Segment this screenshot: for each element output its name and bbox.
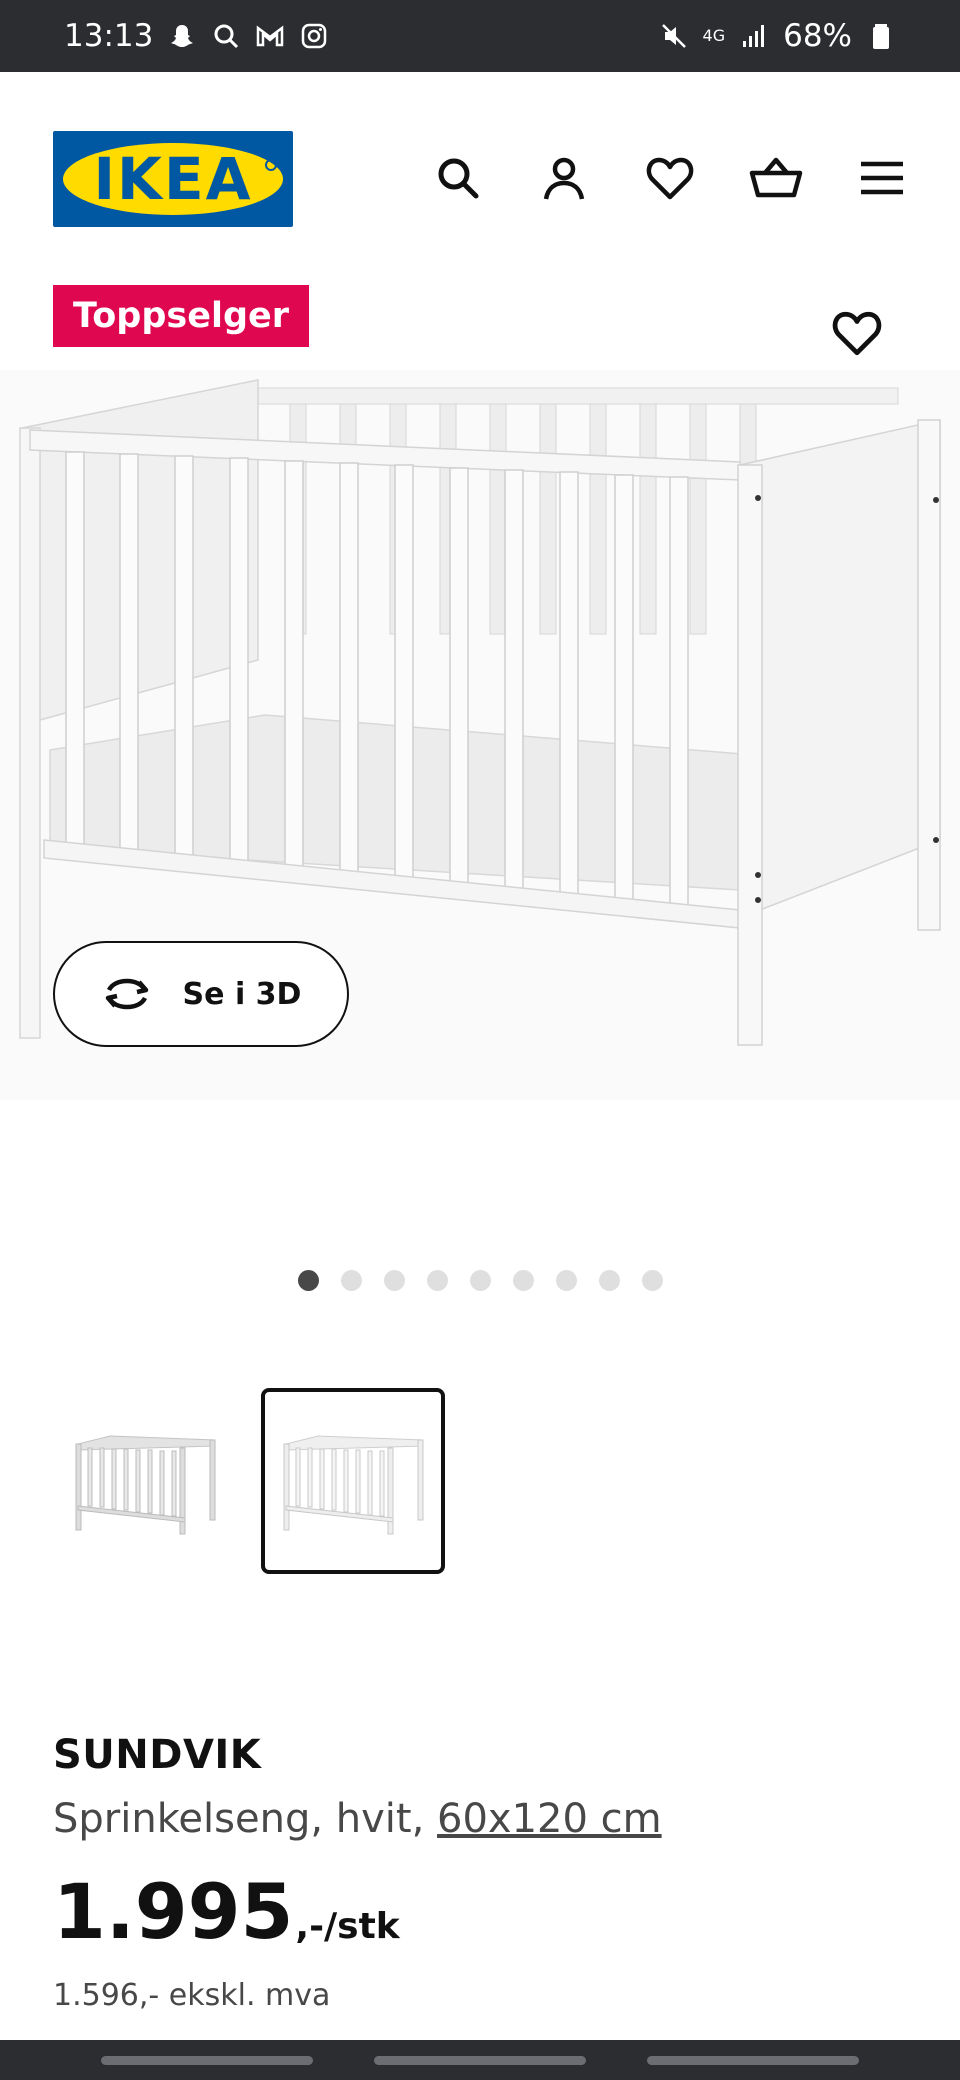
menu-icon bbox=[861, 161, 903, 195]
price-unit: ,-/stk bbox=[295, 1906, 400, 1947]
product-description: Sprinkelseng, hvit, 60x120 cm bbox=[53, 1796, 662, 1842]
logo-text: IKEA bbox=[93, 145, 253, 213]
carousel-dot[interactable] bbox=[598, 1270, 620, 1291]
instagram-icon bbox=[302, 23, 327, 49]
product-name: SUNDVIK bbox=[53, 1732, 262, 1778]
gesture-pill[interactable] bbox=[647, 2055, 860, 2065]
battery-percent: 68% bbox=[783, 18, 852, 54]
basket-icon bbox=[749, 157, 803, 198]
gmail-icon bbox=[257, 25, 284, 47]
crib-thumbnail-image bbox=[75, 1435, 216, 1535]
product-description-text: Sprinkelseng, hvit, bbox=[53, 1796, 438, 1842]
carousel-dot[interactable] bbox=[340, 1270, 362, 1291]
carousel-dot[interactable] bbox=[469, 1270, 491, 1291]
mute-icon bbox=[661, 24, 686, 48]
network-label: 4G bbox=[702, 26, 726, 45]
carousel-dot[interactable] bbox=[641, 1270, 663, 1291]
status-bar: 13:13 4G 68% bbox=[0, 0, 960, 72]
status-time: 13:13 bbox=[64, 18, 154, 54]
thumbnail-2[interactable] bbox=[261, 1388, 445, 1574]
system-gesture-bar bbox=[0, 2040, 960, 2080]
carousel-dot[interactable] bbox=[297, 1270, 319, 1291]
product-price: 1.995 ,-/stk bbox=[53, 1872, 400, 1952]
favourites-button[interactable] bbox=[642, 150, 698, 206]
carousel-dot[interactable] bbox=[555, 1270, 577, 1291]
carousel-dot[interactable] bbox=[512, 1270, 534, 1291]
search-icon bbox=[438, 158, 479, 199]
view-in-3d-label: Se i 3D bbox=[182, 976, 302, 1012]
carousel-dots bbox=[0, 1270, 960, 1291]
menu-button[interactable] bbox=[854, 150, 910, 206]
header-nav bbox=[430, 150, 910, 206]
gesture-pill[interactable] bbox=[373, 2055, 586, 2065]
heart-icon bbox=[646, 157, 694, 200]
carousel-dot[interactable] bbox=[383, 1270, 405, 1291]
battery-icon bbox=[873, 24, 889, 49]
product-dimensions-link[interactable]: 60x120 cm bbox=[437, 1796, 662, 1842]
price-excl-vat: 1.596,- ekskl. mva bbox=[53, 1978, 331, 2013]
account-icon bbox=[543, 157, 585, 200]
crib-thumbnail-image bbox=[283, 1435, 424, 1535]
search-button[interactable] bbox=[430, 150, 486, 206]
status-left: 13:13 bbox=[64, 18, 329, 54]
thumbnail-strip bbox=[53, 1388, 445, 1574]
status-right: 4G 68% bbox=[659, 18, 896, 54]
price-amount: 1.995 bbox=[53, 1867, 294, 1956]
thumbnail-1[interactable] bbox=[53, 1388, 237, 1574]
top-seller-badge: Toppselger bbox=[53, 285, 309, 347]
snapchat-icon bbox=[171, 25, 194, 47]
site-header: IKEA bbox=[0, 72, 960, 282]
view-in-3d-button[interactable]: Se i 3D bbox=[53, 941, 349, 1047]
add-to-favourites-heart-icon[interactable] bbox=[832, 308, 882, 358]
carousel-dot[interactable] bbox=[426, 1270, 448, 1291]
basket-button[interactable] bbox=[748, 150, 804, 206]
signal-icon bbox=[743, 25, 765, 47]
search-notif-icon bbox=[214, 24, 239, 49]
registered-mark bbox=[265, 159, 277, 171]
account-button[interactable] bbox=[536, 150, 592, 206]
rotate-3d-icon bbox=[105, 978, 148, 1010]
gesture-pill[interactable] bbox=[100, 2055, 313, 2065]
ikea-logo[interactable]: IKEA bbox=[53, 131, 293, 227]
